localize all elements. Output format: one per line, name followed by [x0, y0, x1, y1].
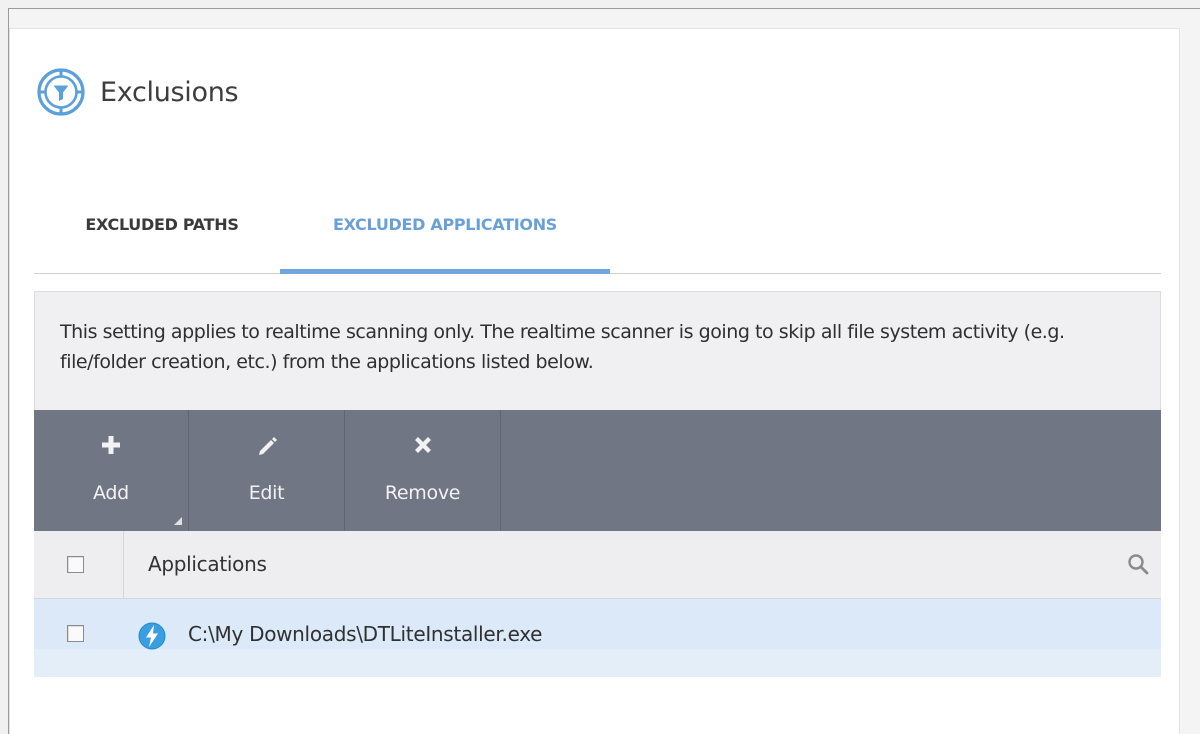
search-icon[interactable] [1127, 553, 1149, 575]
edit-button[interactable]: Edit [189, 410, 345, 531]
edit-button-label: Edit [248, 482, 285, 504]
select-all-checkbox[interactable] [67, 556, 84, 573]
remove-button-label: Remove [384, 482, 461, 504]
description-text: This setting applies to realtime scannin… [60, 321, 1065, 373]
tab-bar: EXCLUDED PATHS EXCLUDED APPLICATIONS [34, 197, 1161, 274]
dropdown-corner-icon[interactable] [174, 517, 182, 525]
tab-excluded-paths[interactable]: EXCLUDED PATHS [34, 197, 280, 273]
add-button-label: Add [93, 482, 129, 504]
tab-excluded-applications[interactable]: EXCLUDED APPLICATIONS [280, 197, 610, 274]
plus-icon [102, 436, 120, 454]
exclusions-panel: Exclusions EXCLUDED PATHS EXCLUDED APPLI… [9, 28, 1180, 734]
exclusions-filter-icon [37, 68, 85, 116]
remove-button[interactable]: Remove [345, 410, 501, 531]
description-box: This setting applies to realtime scannin… [34, 291, 1161, 410]
row-checkbox[interactable] [67, 625, 84, 642]
pencil-icon [258, 437, 277, 455]
table-header: Applications [34, 531, 1161, 599]
toolbar: Add Edit Remove [34, 410, 1161, 531]
add-button[interactable]: Add [34, 410, 189, 531]
applications-column-header[interactable]: Applications [148, 552, 267, 576]
table-row[interactable]: C:\My Downloads\DTLiteInstaller.exe [34, 599, 1161, 677]
row-background [34, 649, 1161, 677]
select-all-cell [34, 531, 124, 598]
panel-header: Exclusions [36, 67, 239, 117]
page-title: Exclusions [100, 76, 239, 108]
remove-x-icon [414, 437, 431, 453]
application-path: C:\My Downloads\DTLiteInstaller.exe [188, 622, 543, 646]
daemon-tools-lightning-icon [138, 622, 166, 650]
tab-content: This setting applies to realtime scannin… [34, 291, 1161, 734]
